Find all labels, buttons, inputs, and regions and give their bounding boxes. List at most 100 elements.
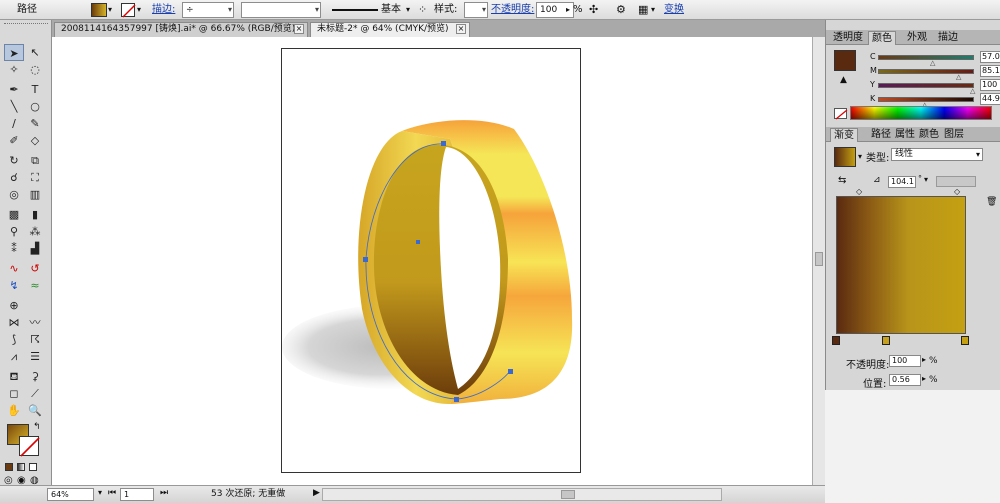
tab-transparency[interactable]: 透明度 — [830, 31, 866, 45]
curve-tool-icon[interactable]: ↺ — [25, 260, 45, 277]
gold-ring-artwork[interactable] — [282, 49, 582, 474]
column-graph-tool-icon[interactable]: ▟ — [25, 240, 45, 257]
tab-attributes[interactable]: 属性 — [892, 128, 918, 142]
ellipse-tool-icon[interactable]: ○ — [25, 98, 45, 115]
list-tool-icon[interactable]: ☰ — [25, 348, 45, 365]
none-mode-icon[interactable] — [29, 463, 37, 471]
midpoint-diamond-icon[interactable]: ◇ — [954, 187, 960, 196]
stroke-link[interactable]: 描边: — [152, 2, 175, 18]
channel-value[interactable]: 85.16 — [980, 65, 1000, 77]
anchor-point[interactable] — [454, 397, 459, 402]
chevron-down-icon[interactable]: ▾ — [406, 2, 410, 18]
shape-builder-tool-icon[interactable]: ◎ — [4, 186, 24, 203]
blob-brush-tool-icon[interactable]: ✐ — [4, 132, 24, 149]
bloat-tool-icon[interactable]: ⟆ — [4, 331, 24, 348]
scale-tool-icon[interactable]: ⧉ — [25, 152, 45, 169]
channel-value[interactable]: 100 — [980, 79, 1000, 91]
selection-tool-icon[interactable]: ➤ — [4, 44, 24, 61]
artboard-tool-icon[interactable]: ◻ — [4, 385, 24, 402]
page-field[interactable]: 1 — [120, 488, 154, 501]
black-slider[interactable]: K △ 44.92 — [870, 93, 1000, 109]
color-mode-icon[interactable] — [5, 463, 13, 471]
gradient-stop-end[interactable] — [961, 336, 969, 345]
recolor-icon[interactable]: ✣ — [589, 2, 598, 18]
vertical-scrollbar[interactable] — [812, 37, 825, 485]
gradient-stop-start[interactable] — [832, 336, 840, 345]
reverse-gradient-icon[interactable]: ⇆ — [838, 175, 846, 186]
anchor-point[interactable] — [363, 257, 368, 262]
type-tool-icon[interactable]: T — [25, 81, 45, 98]
symbol-sprayer-tool-icon[interactable]: ⁑ — [4, 240, 24, 257]
rotate-tool-icon[interactable]: ↻ — [4, 152, 24, 169]
align-icon[interactable]: ▦ — [638, 2, 648, 18]
hand-tool-icon[interactable]: ✋ — [4, 402, 24, 419]
tab-color-2[interactable]: 颜色 — [916, 128, 942, 142]
gradient-stop-mid[interactable] — [882, 336, 890, 345]
anchor-point[interactable] — [416, 240, 420, 244]
none-color-swatch[interactable] — [834, 108, 848, 120]
stop-opacity-field[interactable]: 100 — [889, 355, 921, 367]
pucker-tool-icon[interactable]: ☈ — [25, 331, 45, 348]
chevron-down-icon[interactable]: ▾ — [98, 488, 102, 501]
gradient-tool-icon[interactable]: ▮ — [25, 206, 45, 223]
lasso-tool-icon[interactable]: ◌ — [25, 61, 45, 78]
color-fill-swatch[interactable] — [834, 50, 856, 71]
first-page-icon[interactable]: ⏮ — [108, 488, 116, 501]
canvas-area[interactable] — [52, 37, 812, 485]
free-transform-tool-icon[interactable]: ⛶ — [25, 169, 45, 186]
chevron-down-icon[interactable]: ▾ — [651, 2, 655, 18]
next-page-icon[interactable]: ⏭ — [160, 488, 168, 501]
live-paint-select-tool-icon[interactable]: ⚳ — [25, 368, 45, 385]
transform-link[interactable]: 变换 — [664, 2, 684, 18]
chevron-down-icon[interactable]: ▾ — [108, 2, 112, 18]
tab-color[interactable]: 颜色 — [868, 31, 896, 45]
scroll-thumb[interactable] — [815, 252, 823, 266]
graph-tool-icon[interactable]: ⩘ — [4, 348, 24, 365]
stroke-weight-field[interactable]: ÷ ▾ — [182, 2, 234, 18]
close-icon[interactable]: × — [456, 24, 466, 34]
red-curve-tool-icon[interactable]: ∿ — [4, 260, 24, 277]
stop-location-field[interactable]: 0.56 — [889, 374, 921, 386]
tab-layers[interactable]: 图层 — [941, 128, 967, 142]
artboard[interactable] — [281, 48, 581, 473]
style-swatch[interactable]: ▾ — [464, 2, 488, 18]
yellow-slider[interactable]: Y △ 100 — [870, 79, 1000, 95]
anchor-point[interactable] — [441, 141, 446, 146]
swap-colors-icon[interactable]: ↰ — [33, 422, 41, 432]
delete-stop-icon[interactable]: 🗑 — [986, 197, 997, 207]
green-curve-tool-icon[interactable]: ≈ — [25, 277, 45, 294]
opacity-link[interactable]: 不透明度: — [491, 2, 534, 18]
gradient-mode-icon[interactable] — [17, 463, 25, 471]
chevron-right-icon[interactable]: ▸ — [922, 355, 926, 364]
magenta-slider[interactable]: M △ 85.16 — [870, 65, 1000, 81]
magic-wand-tool-icon[interactable]: ✧ — [4, 61, 24, 78]
paintbrush-tool-icon[interactable]: ∕ — [4, 115, 24, 132]
direct-selection-tool-icon[interactable]: ↖ — [25, 44, 45, 61]
chevron-right-icon[interactable]: ▸ — [566, 2, 570, 18]
grid-dots-icon[interactable]: ⁘ — [418, 2, 427, 18]
tab-document-1[interactable]: 2008114164357997 [铸焕].ai* @ 66.67% (RGB/… — [54, 22, 308, 37]
gradient-type-select[interactable]: 线性 ▾ — [891, 148, 983, 161]
gradient-preview-swatch[interactable] — [834, 147, 856, 167]
channel-value[interactable]: 44.92 — [980, 93, 1000, 105]
eraser-tool-icon[interactable]: ◇ — [25, 132, 45, 149]
tab-document-2[interactable]: 未标题-2* @ 64% (CMYK/预览) × — [310, 22, 470, 37]
tab-appearance[interactable]: 外观 — [904, 31, 930, 45]
zoom-field[interactable]: 64% — [47, 488, 94, 501]
chevron-down-icon[interactable]: ▾ — [858, 152, 862, 161]
line-tool-icon[interactable]: ╲ — [4, 98, 24, 115]
wave-tool-icon[interactable]: 〰 — [25, 314, 45, 331]
midpoint-diamond-icon[interactable]: ◇ — [856, 187, 862, 196]
tab-pathfinder[interactable]: 路径 — [868, 128, 894, 142]
gear-icon[interactable]: ⚙ — [616, 2, 626, 18]
mesh-tool-icon[interactable]: ▩ — [4, 206, 24, 223]
zoom-tool-icon[interactable]: 🔍 — [25, 402, 45, 419]
tab-gradient[interactable]: 渐变 — [830, 128, 858, 142]
slice-tool-icon[interactable]: ⟋ — [25, 385, 45, 402]
scroll-thumb[interactable] — [561, 490, 575, 499]
stroke-color-swatch[interactable] — [19, 436, 40, 457]
warp-tool-icon[interactable]: ☌ — [4, 169, 24, 186]
cyan-slider[interactable]: C △ 57.03 — [870, 51, 1000, 67]
fill-swatch[interactable] — [91, 3, 107, 17]
eyedropper-tool-icon[interactable]: ⚲ — [4, 223, 24, 240]
